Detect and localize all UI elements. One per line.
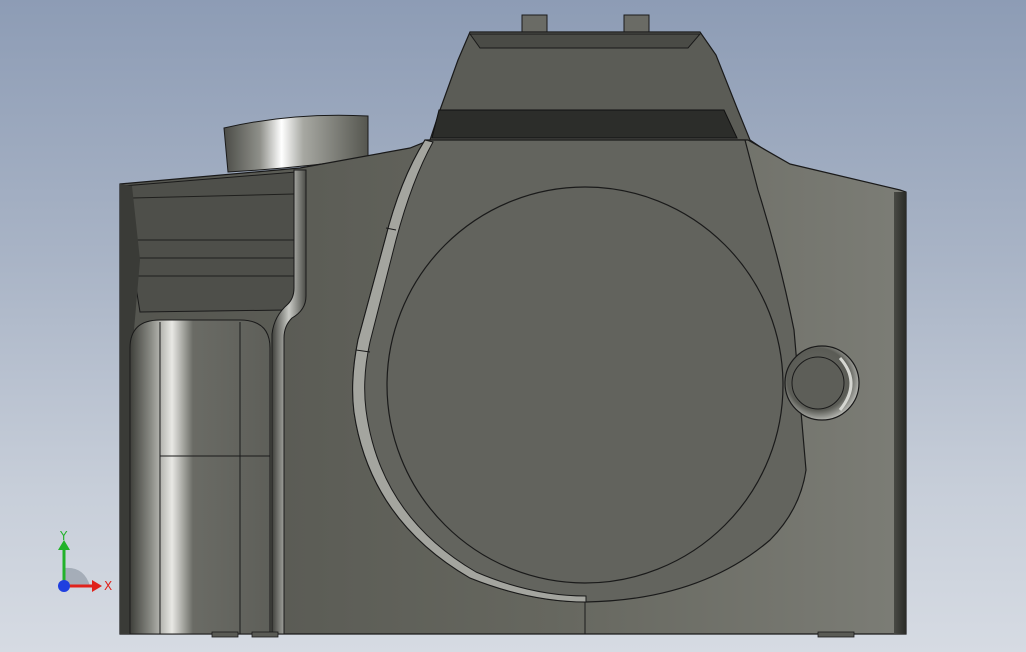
x-axis-label: X [104,579,112,593]
hot-shoe-pin-left [521,14,548,34]
prism-top-rim [469,33,702,49]
hot-shoe-pin-right [623,14,650,34]
y-axis-label: Y [59,529,68,543]
z-axis-dot [58,580,70,592]
body-right-edge [894,192,906,634]
hand-grip[interactable] [129,319,271,635]
axis-triad: Y X [58,529,112,593]
graphics-viewport[interactable]: Y X [0,0,1026,652]
grip-top-panel [121,171,297,313]
lens-release-button-inner[interactable] [791,356,845,410]
x-axis-arrow [92,580,102,592]
tripod-foot-1 [211,631,239,638]
camera-body-model[interactable] [0,0,1026,652]
tripod-foot-2 [251,631,279,638]
prism-band [431,109,738,139]
lens-mount-ring [386,186,784,584]
tripod-foot-3 [817,631,855,638]
